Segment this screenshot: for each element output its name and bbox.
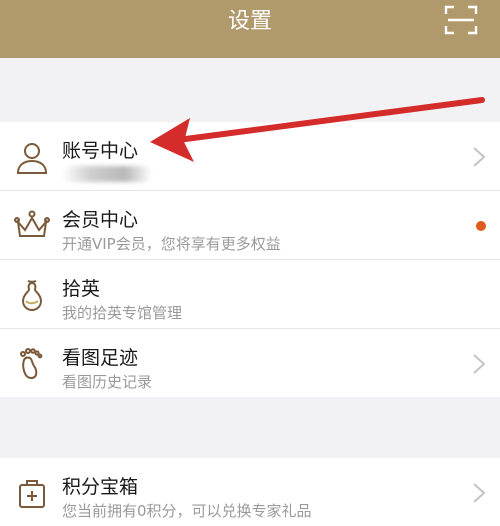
row-title: 账号中心 — [62, 140, 139, 162]
row-subtitle: 您当前拥有0积分，可以兑换专家礼品 — [62, 502, 312, 520]
medkit-icon — [19, 480, 45, 508]
scan-icon[interactable] — [444, 4, 478, 36]
gourd-icon — [21, 280, 43, 312]
row-points-box[interactable]: 积分宝箱 您当前拥有0积分，可以兑换专家礼品 — [0, 458, 500, 526]
row-title: 积分宝箱 — [62, 476, 139, 498]
row-title: 看图足迹 — [62, 347, 139, 369]
footprint-icon — [20, 348, 43, 380]
settings-group-secondary: 积分宝箱 您当前拥有0积分，可以兑换专家礼品 — [0, 458, 500, 526]
row-view-history[interactable]: 看图足迹 看图历史记录 — [0, 329, 500, 397]
row-title: 会员中心 — [62, 209, 139, 231]
chevron-right-icon — [473, 483, 486, 503]
crown-icon — [14, 210, 50, 237]
row-subtitle: 开通VIP会员，您将享有更多权益 — [62, 235, 281, 253]
row-subtitle: 我的拾英专馆管理 — [62, 304, 183, 322]
row-vip-center[interactable]: 会员中心 开通VIP会员，您将享有更多权益 — [0, 191, 500, 260]
chevron-right-icon — [473, 354, 486, 374]
row-account-center[interactable]: 账号中心 — [0, 122, 500, 191]
app-header: 设置 — [0, 0, 500, 58]
row-title: 拾英 — [62, 278, 101, 300]
row-subtitle: 看图历史记录 — [62, 373, 153, 391]
page-title: 设置 — [227, 9, 272, 34]
settings-group-main: 账号中心 会员中心 开通VIP会员，您将享有更多权益 拾英 我的拾英专馆管理 看… — [0, 122, 500, 397]
account-name-redacted — [62, 166, 152, 182]
user-icon — [16, 143, 48, 174]
chevron-right-icon — [473, 147, 486, 167]
row-shiying[interactable]: 拾英 我的拾英专馆管理 — [0, 260, 500, 329]
notification-dot — [476, 221, 486, 231]
